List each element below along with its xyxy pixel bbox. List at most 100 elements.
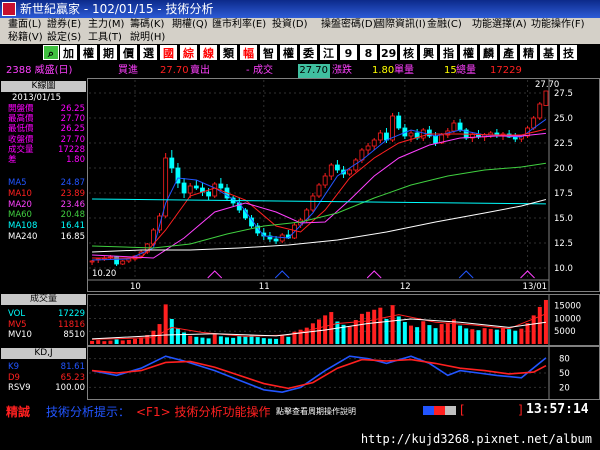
total-tick: 15 <box>444 65 457 76</box>
candle-body <box>531 117 537 129</box>
volume-bar <box>415 327 420 344</box>
menu-item-7[interactable]: 操盤密碼(D) <box>321 18 377 31</box>
menu-item-2[interactable]: 主力(M) <box>88 18 124 31</box>
volume-bar <box>384 318 389 344</box>
toolbar-button-26[interactable]: 技 <box>560 45 577 60</box>
toolbar-button-7[interactable]: 綜 <box>180 45 197 60</box>
toolbar-button-2[interactable]: 權 <box>80 45 97 60</box>
toolbar-button-3[interactable]: 期 <box>100 45 117 60</box>
price-tick-5: 22.5 <box>554 139 573 149</box>
volume-bar <box>372 309 377 344</box>
toolbar-button-15[interactable]: 9 <box>340 45 357 60</box>
candle-body <box>420 129 426 139</box>
search-icon[interactable]: ⌕ <box>43 45 59 60</box>
toolbar-button-5[interactable]: 選 <box>140 45 157 60</box>
volume_panel-fields-value-2: 8510 <box>63 330 85 340</box>
kd-tick-1: 50 <box>559 369 570 379</box>
menu-item-5[interactable]: 匯市利率(E) <box>212 18 266 31</box>
volume-bar <box>175 328 180 344</box>
stock-symbol: 2388 威盛(日) <box>6 65 73 76</box>
toolbar: ⌕ 加權期價選國綜線類幅智權委江 9 8 29 核興指權麟產精基技 <box>0 44 600 61</box>
menu-item-2-3[interactable]: 說明(H) <box>130 31 165 44</box>
volume-bar <box>225 337 229 344</box>
x-label-3: 13/01 <box>523 282 548 292</box>
kline_panel-ma-label-2: MA20 <box>8 199 32 210</box>
toolbar-button-11[interactable]: 智 <box>260 45 277 60</box>
kline_panel-ma-label-5: MA240 <box>8 232 38 242</box>
menu-item-2-0[interactable]: 秘籍(V) <box>8 31 43 44</box>
toolbar-button-19[interactable]: 興 <box>420 45 437 60</box>
candle-body <box>537 103 543 119</box>
candle-body <box>218 183 224 189</box>
menu-item-2-2[interactable]: 工具(T) <box>88 31 122 44</box>
menu-item-4[interactable]: 期權(Q) <box>172 18 208 31</box>
menu-item-6[interactable]: 投資(D) <box>272 18 308 31</box>
toolbar-button-20[interactable]: 指 <box>440 45 457 60</box>
volume-bar <box>218 336 223 344</box>
toolbar-button-9[interactable]: 類 <box>220 45 237 60</box>
volume-bar <box>439 324 444 344</box>
toolbar-button-16[interactable]: 8 <box>360 45 377 60</box>
x-label-2: 12 <box>400 282 411 292</box>
toolbar-button-4[interactable]: 價 <box>120 45 137 60</box>
toolbar-button-17[interactable]: 29 <box>380 45 397 60</box>
change-indicator: - <box>246 65 250 76</box>
volume-chart[interactable]: 5000 10000 15000 <box>87 294 600 346</box>
bottom-status-bar: 精誠 技術分析提示： <F1> 技術分析功能操作 點擊查看周期操作說明 [ ] … <box>0 400 600 422</box>
menu-item-9[interactable]: 金融(C) <box>427 18 462 31</box>
toolbar-button-8[interactable]: 線 <box>200 45 217 60</box>
menu-item-8[interactable]: 國際資訊(I) <box>375 18 426 31</box>
clock: 13:57:14 <box>526 402 589 417</box>
toolbar-button-10[interactable]: 幅 <box>240 45 257 60</box>
menu-item-10[interactable]: 功能選擇(A) <box>472 18 527 31</box>
candle <box>316 183 322 198</box>
volume-bar <box>488 328 493 344</box>
volume-bar <box>114 339 119 344</box>
toolbar-button-6[interactable]: 國 <box>160 45 177 60</box>
candle-body <box>433 135 438 144</box>
candle-body <box>206 191 211 197</box>
toolbar-button-12[interactable]: 權 <box>280 45 297 60</box>
toolbar-button-1[interactable]: 加 <box>60 45 77 60</box>
low-annotation: 10.20 <box>92 269 116 279</box>
price-tick-4: 20.0 <box>554 164 573 174</box>
volume_panel-fields-label-1: MV5 <box>8 319 27 330</box>
volume-bar <box>163 304 168 344</box>
indicator-red <box>434 406 445 415</box>
candle-body <box>457 122 463 131</box>
total-label: 總量 <box>456 65 476 76</box>
volume-bar <box>464 328 469 344</box>
toolbar-button-21[interactable]: 權 <box>460 45 477 60</box>
toolbar-button-18[interactable]: 核 <box>400 45 417 60</box>
menu-item-2-1[interactable]: 設定(S) <box>47 31 81 44</box>
volume-bar <box>476 330 481 344</box>
volume-bar <box>169 318 174 344</box>
menu-item-0[interactable]: 畫面(L) <box>8 18 41 31</box>
price-tick-7: 27.5 <box>554 89 573 99</box>
hint-text[interactable]: <F1> 技術分析功能操作 <box>136 403 270 420</box>
toolbar-button-22[interactable]: 麟 <box>480 45 497 60</box>
toolbar-button-23[interactable]: 產 <box>500 45 517 60</box>
volume-bar <box>274 338 279 344</box>
volume_panel-fields-value-0: 17229 <box>57 309 85 319</box>
menu-item-11[interactable]: 功能操作(F) <box>531 18 585 31</box>
volume-bar <box>335 321 340 344</box>
menu-item-1[interactable]: 證券(E) <box>47 18 81 31</box>
mode-label: 精誠 <box>6 405 31 419</box>
candle-body <box>120 260 126 265</box>
candle-body <box>347 169 353 175</box>
toolbar-button-25[interactable]: 基 <box>540 45 557 60</box>
volume-bar <box>120 340 125 344</box>
toolbar-button-24[interactable]: 精 <box>520 45 537 60</box>
tick-label: 單量 <box>394 65 414 76</box>
candle-body <box>365 145 371 151</box>
indicator-blue <box>423 406 434 415</box>
kd-chart[interactable]: 20 50 80 <box>87 346 600 400</box>
menu-item-3[interactable]: 籌碼(K) <box>130 18 164 31</box>
volume-bar <box>317 319 321 344</box>
toolbar-button-14[interactable]: 江 <box>320 45 337 60</box>
price-chart[interactable]: 10.0 12.5 15.0 17.5 20.0 22.5 25.0 27.5 10 11 12 13… <box>87 78 600 292</box>
volume-bar <box>378 307 383 344</box>
toolbar-button-13[interactable]: 委 <box>300 45 317 60</box>
candle-body <box>322 175 328 186</box>
